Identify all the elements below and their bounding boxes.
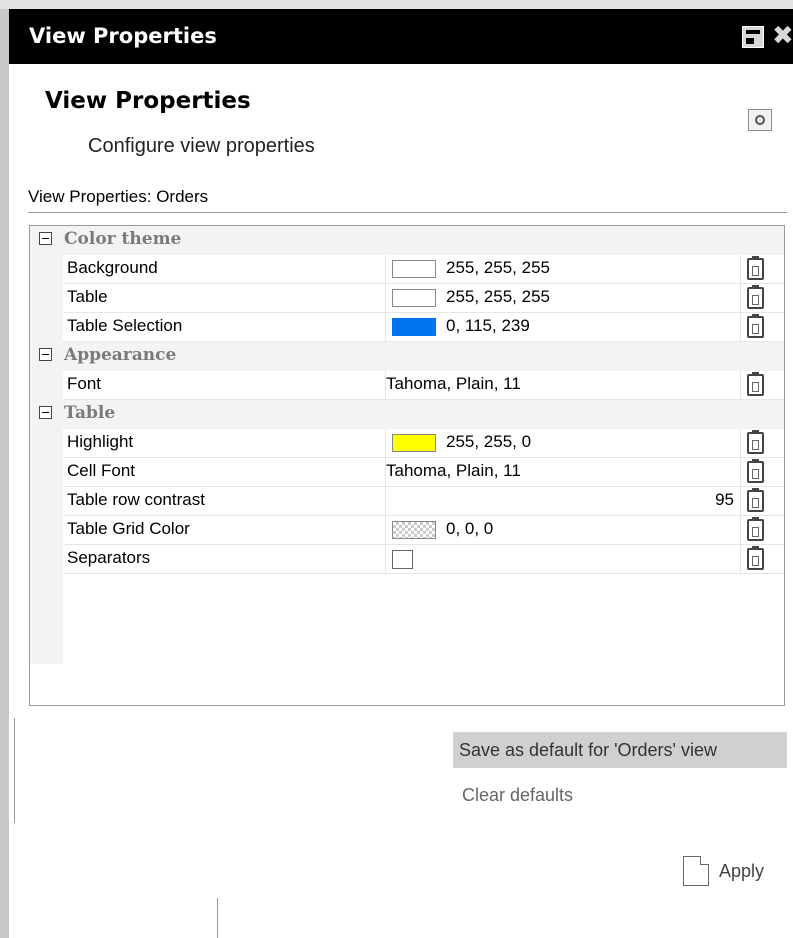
property-row-grid-color[interactable]: Table Grid Color 0, 0, 0 [30, 516, 784, 545]
apply-button[interactable]: Apply [683, 856, 783, 890]
color-swatch[interactable] [392, 318, 436, 336]
divider [217, 898, 218, 938]
color-swatch[interactable] [392, 260, 436, 278]
cell-divider [740, 545, 741, 574]
collapse-icon[interactable] [39, 348, 52, 361]
window-title: View Properties [29, 24, 217, 48]
window-frame-left [0, 9, 9, 938]
save-as-default-link[interactable]: Save as default for 'Orders' view [453, 732, 787, 768]
property-value[interactable]: 0, 0, 0 [386, 516, 738, 545]
color-swatch[interactable] [392, 289, 436, 307]
cell-divider [740, 313, 741, 342]
clear-defaults-link[interactable]: Clear defaults [462, 785, 573, 806]
property-name: Table [67, 287, 108, 306]
divider [14, 718, 15, 823]
cell-divider [740, 516, 741, 545]
property-name: Cell Font [67, 461, 136, 480]
property-grid: Color theme Background 255, 255, 255 Tab… [29, 225, 785, 706]
clipboard-icon[interactable] [747, 314, 764, 338]
collapse-icon[interactable] [39, 406, 52, 419]
cell-divider [740, 429, 741, 458]
property-value[interactable]: 255, 255, 255 [386, 284, 738, 313]
property-value[interactable]: 0, 115, 239 [386, 313, 738, 342]
color-value: 0, 115, 239 [446, 316, 530, 335]
panel-label: View Properties: Orders [28, 187, 209, 206]
clipboard-icon[interactable] [747, 372, 764, 396]
clipboard-icon[interactable] [747, 285, 764, 309]
property-name: Table row contrast [67, 490, 205, 509]
property-row-table-selection[interactable]: Table Selection 0, 115, 239 [30, 313, 784, 342]
property-row-background[interactable]: Background 255, 255, 255 [30, 255, 784, 284]
restore-icon[interactable] [742, 26, 764, 48]
property-row-table[interactable]: Table 255, 255, 255 [30, 284, 784, 313]
row-divider [63, 573, 784, 574]
color-swatch[interactable] [392, 434, 436, 452]
cell-divider [740, 487, 741, 516]
clipboard-icon[interactable] [747, 256, 764, 280]
page-title: View Properties [45, 88, 251, 114]
category-label: Color theme [64, 229, 182, 249]
property-value[interactable]: Tahoma, Plain, 11 [386, 374, 521, 394]
cell-divider [740, 458, 741, 487]
contrast-value: 95 [715, 490, 734, 509]
color-value: 255, 255, 255 [446, 287, 550, 306]
property-name: Separators [67, 548, 151, 567]
color-value: 0, 0, 0 [446, 519, 494, 538]
category-label: Appearance [64, 345, 177, 365]
color-value: 255, 255, 0 [446, 432, 532, 451]
property-value[interactable]: 255, 255, 255 [386, 255, 738, 284]
property-name: Table Selection [67, 316, 183, 335]
category-table[interactable]: Table [30, 400, 784, 429]
clipboard-icon[interactable] [747, 459, 764, 483]
property-name: Highlight [67, 432, 134, 451]
window-frame-top [0, 0, 793, 9]
category-label: Table [64, 403, 116, 423]
cell-divider [740, 255, 741, 284]
title-bar: View Properties ✖ [9, 9, 793, 64]
property-row-font[interactable]: Font Tahoma, Plain, 11 [30, 371, 784, 400]
apply-label: Apply [719, 861, 765, 881]
category-appearance[interactable]: Appearance [30, 342, 784, 371]
separators-checkbox[interactable] [392, 550, 413, 569]
cell-divider [740, 284, 741, 313]
apply-icon [683, 856, 709, 886]
property-name: Background [67, 258, 158, 277]
property-row-cell-font[interactable]: Cell Font Tahoma, Plain, 11 [30, 458, 784, 487]
property-value[interactable]: Tahoma, Plain, 11 [386, 461, 521, 481]
clipboard-icon[interactable] [747, 517, 764, 541]
property-row-highlight[interactable]: Highlight 255, 255, 0 [30, 429, 784, 458]
property-value[interactable]: 95 [386, 487, 738, 516]
collapse-icon[interactable] [39, 232, 52, 245]
clipboard-icon[interactable] [747, 546, 764, 570]
close-icon[interactable]: ✖ [772, 21, 793, 51]
divider [28, 212, 787, 213]
property-row-separators[interactable]: Separators [30, 545, 784, 574]
property-name: Table Grid Color [67, 519, 190, 538]
property-value [386, 545, 738, 574]
gear-icon[interactable] [748, 109, 772, 131]
color-value: 255, 255, 255 [446, 258, 550, 277]
property-value[interactable]: 255, 255, 0 [386, 429, 738, 458]
page-subtitle: Configure view properties [88, 135, 315, 157]
category-color-theme[interactable]: Color theme [30, 226, 784, 255]
property-name: Font [67, 374, 102, 393]
clipboard-icon[interactable] [747, 430, 764, 454]
cell-divider [740, 371, 741, 400]
color-swatch[interactable] [392, 521, 436, 539]
clipboard-icon[interactable] [747, 488, 764, 512]
property-row-row-contrast[interactable]: Table row contrast 95 [30, 487, 784, 516]
